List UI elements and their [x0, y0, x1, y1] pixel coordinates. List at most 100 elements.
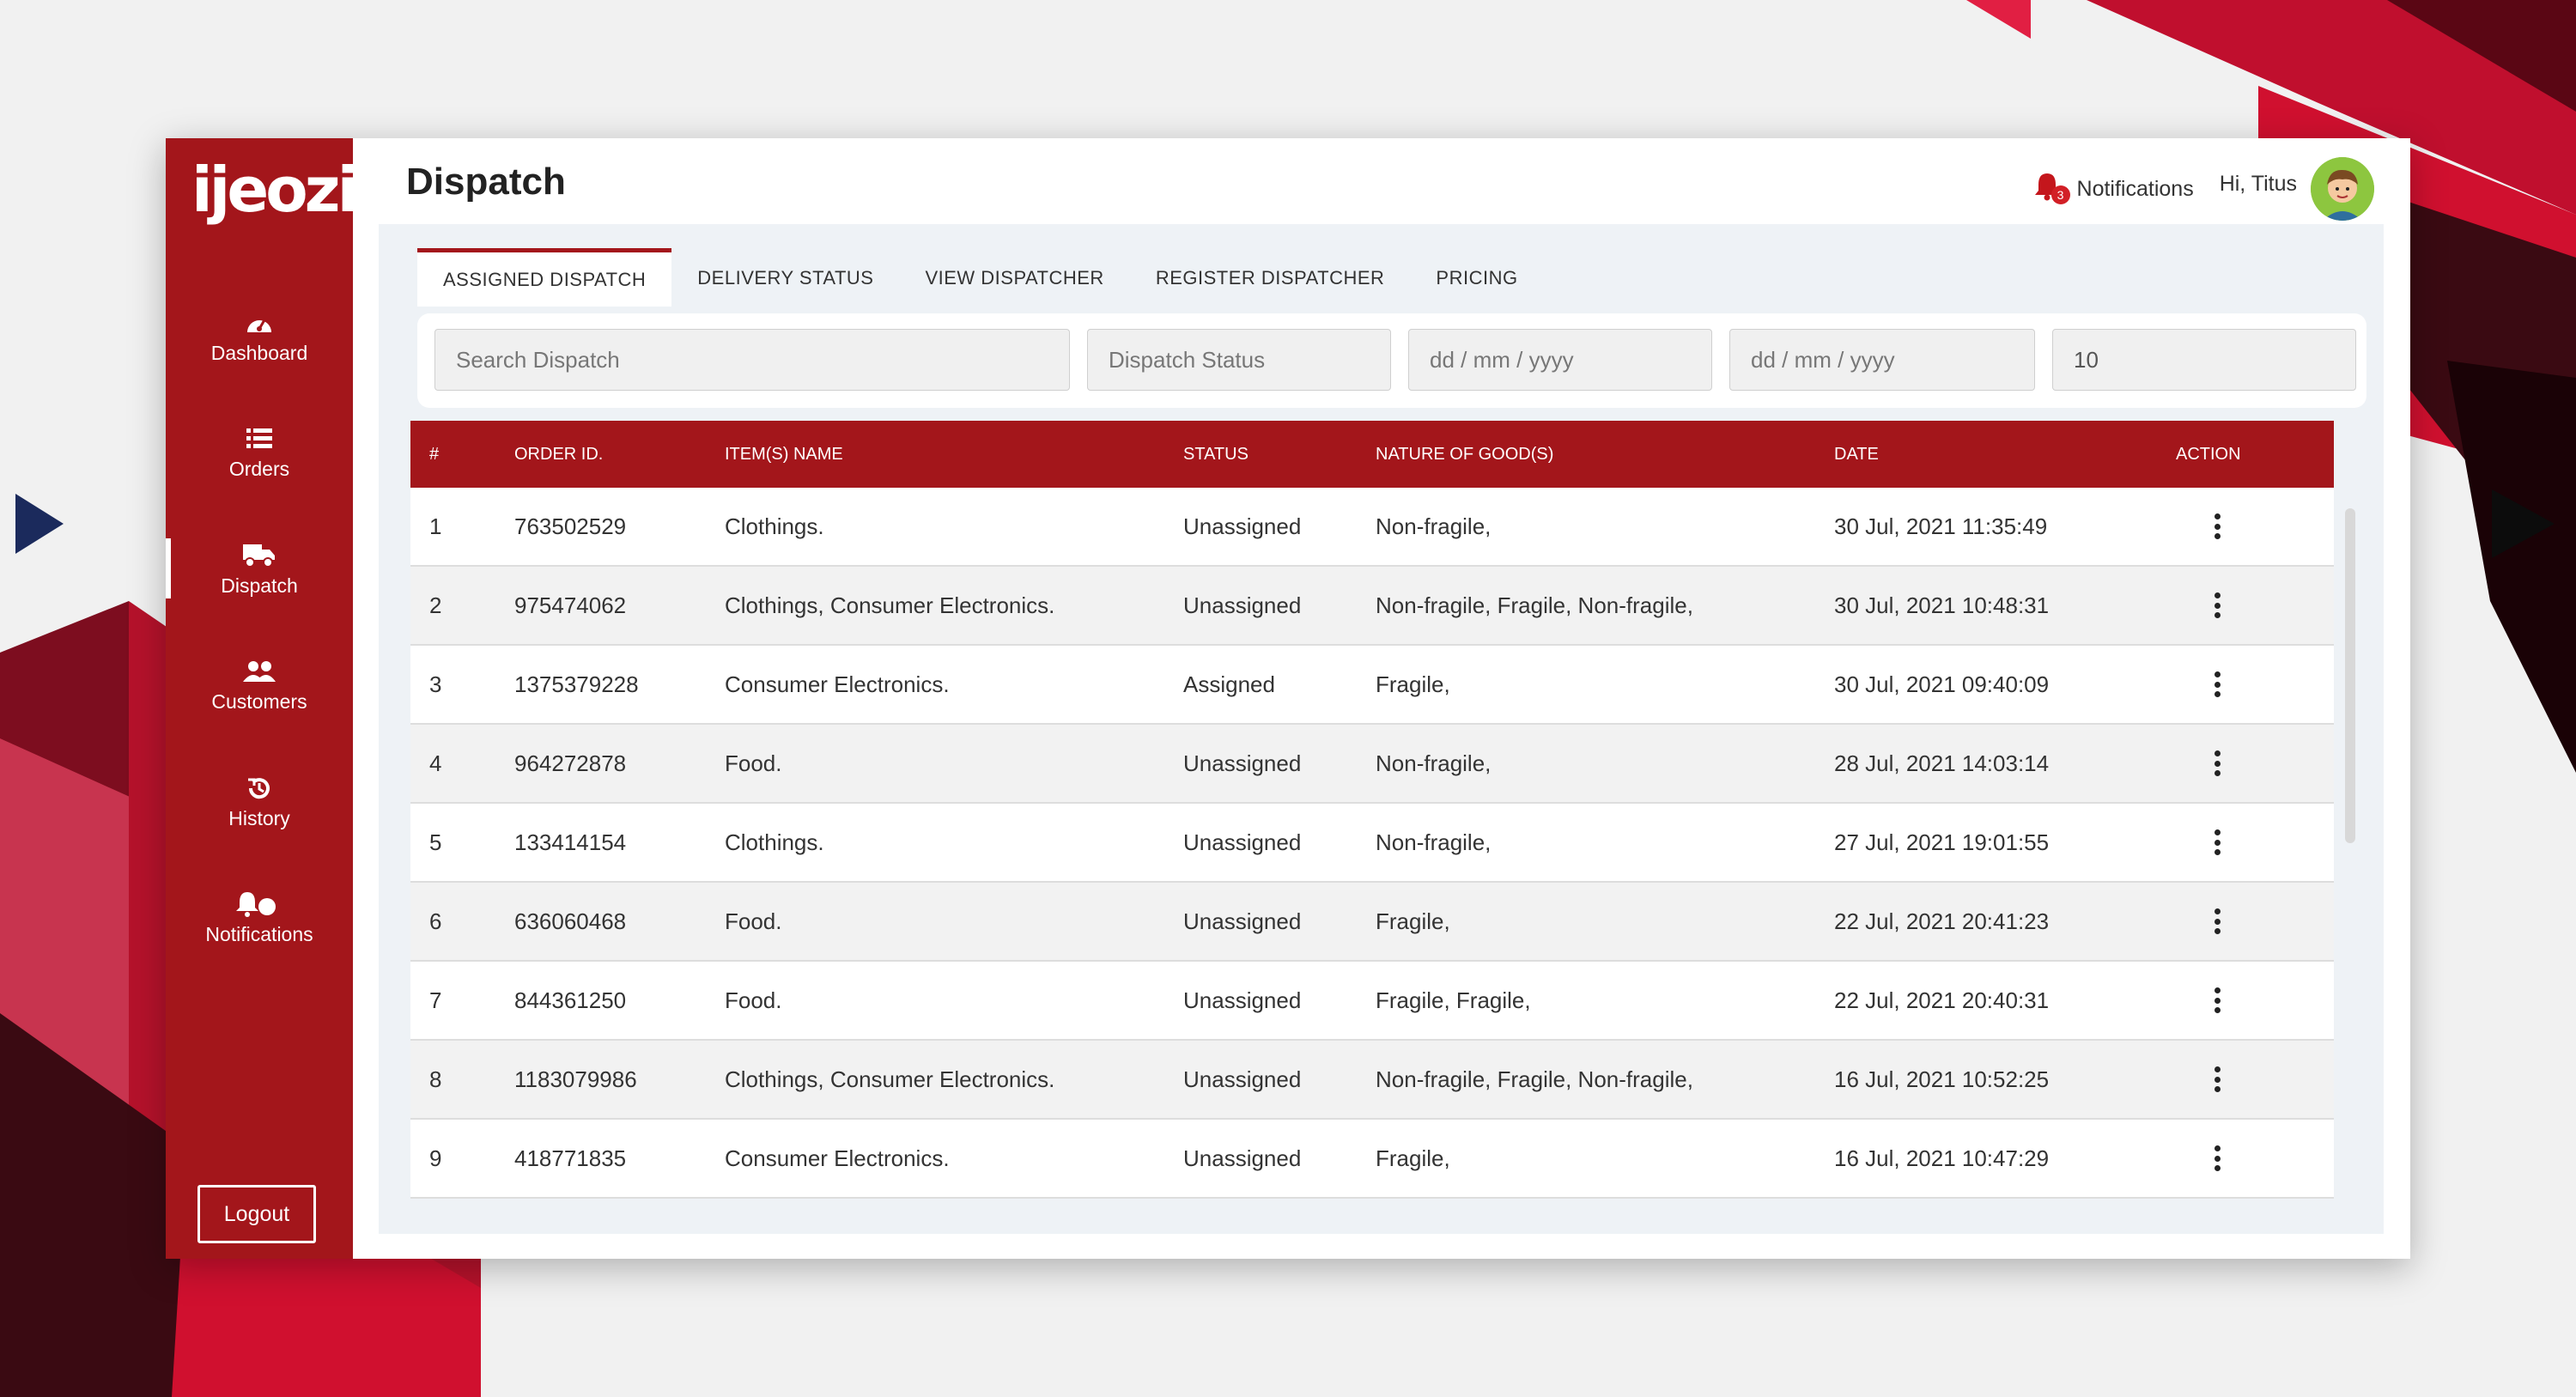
table-scrollbar[interactable]: [2345, 508, 2355, 843]
nature-cell: Non-fragile, Fragile, Non-fragile,: [1376, 1066, 1693, 1092]
status-cell: Unassigned: [1183, 750, 1302, 776]
sidebar-item-customers[interactable]: Customers: [166, 654, 353, 714]
order-id-cell: 1375379228: [514, 671, 639, 697]
list-icon: [166, 422, 353, 456]
notifications-link[interactable]: 3 Notifications: [2034, 172, 2194, 206]
table-row[interactable]: 3 1375379228 Consumer Electronics. Assigned…: [410, 646, 2334, 725]
app-logo: ijeozi: [191, 154, 358, 226]
row-actions-kebab-icon[interactable]: [2214, 987, 2221, 1013]
date-to-field[interactable]: [1729, 329, 2035, 391]
row-actions-kebab-icon[interactable]: [2214, 671, 2221, 697]
tab-pricing[interactable]: PRICING: [1410, 252, 1543, 305]
date-cell: 28 Jul, 2021 14:03:14: [1834, 750, 2050, 776]
row-number: 7: [429, 987, 442, 1013]
order-id-cell: 975474062: [514, 592, 627, 618]
status-cell: Assigned: [1183, 671, 1275, 697]
tab-view-dispatcher[interactable]: VIEW DISPATCHER: [899, 252, 1129, 305]
tab-register-dispatcher[interactable]: REGISTER DISPATCHER: [1130, 252, 1411, 305]
sidebar-item-dispatch[interactable]: Dispatch: [166, 538, 353, 598]
status-cell: Unassigned: [1183, 592, 1302, 618]
column-header-num: #: [429, 445, 440, 464]
row-number: 9: [429, 1145, 442, 1171]
left-play-icon: [15, 494, 64, 554]
sidebar-item-label: Dispatch: [221, 574, 298, 597]
items-cell: Food.: [725, 908, 782, 934]
column-header-nature: NATURE OF GOOD(S): [1376, 445, 1554, 464]
truck-icon: [166, 538, 353, 573]
dashboard-gauge-icon: [166, 306, 353, 340]
dispatch-table: # ORDER ID. ITEM(S) NAME STATUS NATURE O…: [410, 421, 2334, 1199]
page-size-field[interactable]: [2052, 329, 2356, 391]
row-actions-kebab-icon[interactable]: [2214, 1145, 2221, 1171]
users-icon: [166, 654, 353, 689]
row-actions-kebab-icon[interactable]: [2214, 908, 2221, 934]
table-row[interactable]: 5 133414154 Clothings. Unassigned Non-fragil…: [410, 804, 2334, 883]
table-header: # ORDER ID. ITEM(S) NAME STATUS NATURE O…: [410, 421, 2334, 488]
table-body: 1 763502529 Clothings. Unassigned Non-fragil…: [410, 488, 2334, 1199]
items-cell: Clothings, Consumer Electronics.: [725, 592, 1055, 618]
row-actions-kebab-icon[interactable]: [2214, 829, 2221, 855]
app-window: ijeozi Dashboard Orders Dispatch Custome: [166, 138, 2410, 1259]
row-actions-kebab-icon[interactable]: [2214, 1066, 2221, 1092]
sidebar-item-label: History: [228, 807, 290, 829]
row-number: 2: [429, 592, 442, 618]
top-bar: 3 Notifications Hi, Titus: [2034, 157, 2374, 221]
table-row[interactable]: 9 418771835 Consumer Electronics. Unassigne…: [410, 1120, 2334, 1199]
logo-text: ijeozi: [191, 154, 358, 226]
page-title: Dispatch: [406, 161, 566, 203]
sidebar-item-orders[interactable]: Orders: [166, 422, 353, 481]
dispatch-status-select[interactable]: [1087, 329, 1391, 391]
nature-cell: Fragile,: [1376, 1145, 1450, 1171]
logout-button[interactable]: Logout: [197, 1185, 316, 1243]
row-number: 8: [429, 1066, 442, 1092]
table-row[interactable]: 6 636060468 Food. Unassigned Fragile, 22 Jul,…: [410, 883, 2334, 962]
date-from-field[interactable]: [1408, 329, 1712, 391]
nature-cell: Non-fragile,: [1376, 513, 1492, 539]
order-id-cell: 844361250: [514, 987, 627, 1013]
items-cell: Clothings, Consumer Electronics.: [725, 1066, 1055, 1092]
bell-icon: 3: [2034, 172, 2070, 206]
date-cell: 22 Jul, 2021 20:40:31: [1834, 987, 2050, 1013]
search-input[interactable]: [434, 329, 1070, 391]
sidebar-item-notifications[interactable]: Notifications: [166, 887, 353, 946]
sidebar-item-dashboard[interactable]: Dashboard: [166, 306, 353, 365]
status-cell: Unassigned: [1183, 908, 1302, 934]
row-actions-kebab-icon[interactable]: [2214, 513, 2221, 539]
history-icon: [166, 771, 353, 805]
row-actions-kebab-icon[interactable]: [2214, 750, 2221, 776]
table-row[interactable]: 8 1183079986 Clothings, Consumer Electroni…: [410, 1041, 2334, 1120]
date-cell: 16 Jul, 2021 10:47:29: [1834, 1145, 2050, 1171]
date-cell: 16 Jul, 2021 10:52:25: [1834, 1066, 2050, 1092]
table-row[interactable]: 7 844361250 Food. Unassigned Fragile, Fragil…: [410, 962, 2334, 1041]
order-id-cell: 1183079986: [514, 1066, 637, 1092]
nature-cell: Non-fragile, Fragile, Non-fragile,: [1376, 592, 1693, 618]
filter-bar: [417, 313, 2366, 408]
table-row[interactable]: 1 763502529 Clothings. Unassigned Non-fragil…: [410, 488, 2334, 567]
avatar[interactable]: [2311, 157, 2374, 221]
date-cell: 22 Jul, 2021 20:41:23: [1834, 908, 2050, 934]
table-row[interactable]: 4 964272878 Food. Unassigned Non-fragile, 28 …: [410, 725, 2334, 804]
sidebar-item-label: Orders: [228, 458, 290, 480]
bell-icon: [166, 887, 353, 921]
row-actions-kebab-icon[interactable]: [2214, 592, 2221, 618]
row-number: 6: [429, 908, 442, 934]
order-id-cell: 763502529: [514, 513, 627, 539]
items-cell: Food.: [725, 750, 782, 776]
tab-delivery-status[interactable]: DELIVERY STATUS: [671, 252, 899, 305]
status-cell: Unassigned: [1183, 987, 1302, 1013]
table-row[interactable]: 2 975474062 Clothings, Consumer Electronic…: [410, 567, 2334, 646]
order-id-cell: 418771835: [514, 1145, 627, 1171]
nature-cell: Non-fragile,: [1376, 750, 1492, 776]
date-cell: 27 Jul, 2021 19:01:55: [1834, 829, 2050, 855]
order-id-cell: 636060468: [514, 908, 627, 934]
sidebar-item-label: Customers: [211, 690, 307, 713]
items-cell: Clothings.: [725, 513, 824, 539]
notification-count-badge: 3: [2050, 185, 2070, 204]
status-cell: Unassigned: [1183, 513, 1302, 539]
tab-bar: ASSIGNED DISPATCH DELIVERY STATUS VIEW D…: [417, 248, 1544, 308]
sidebar-item-history[interactable]: History: [166, 771, 353, 830]
column-header-action: ACTION: [2176, 445, 2241, 464]
tab-assigned-dispatch[interactable]: ASSIGNED DISPATCH: [417, 248, 672, 307]
status-cell: Unassigned: [1183, 829, 1302, 855]
row-number: 5: [429, 829, 442, 855]
